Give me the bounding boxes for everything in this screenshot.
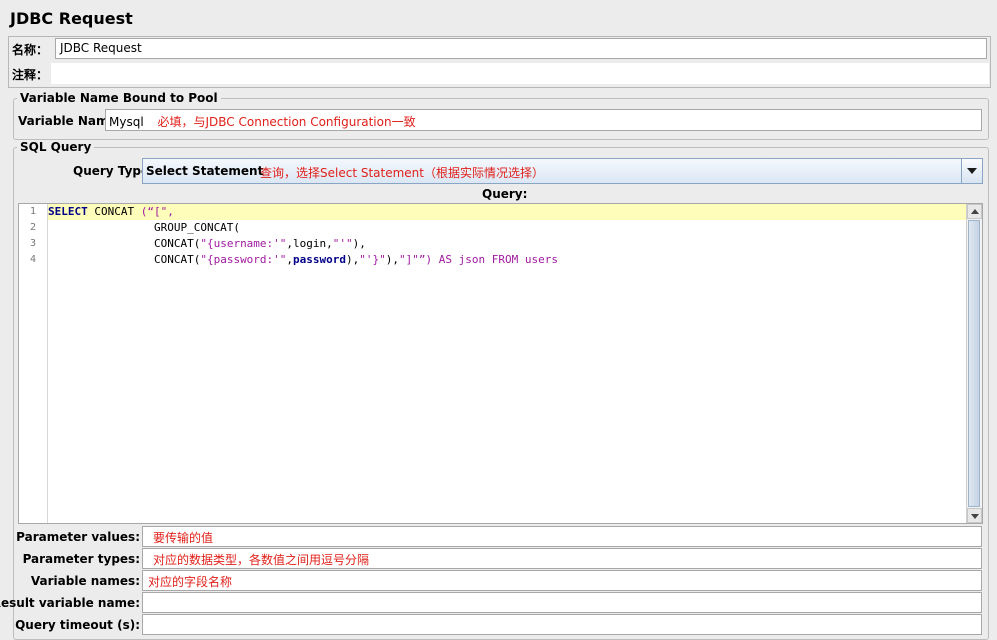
code-token: ), xyxy=(346,253,360,266)
parameter-types-input[interactable]: 对应的数据类型，各数值之间用逗号分隔 xyxy=(142,548,982,569)
variable-names-input[interactable]: 对应的字段名称 xyxy=(142,570,982,591)
parameter-types-label: Parameter types: xyxy=(22,552,140,566)
sql-query-legend: SQL Query xyxy=(17,140,95,154)
query-editor[interactable]: 1 2 3 4 SELECT CONCAT (“[", GROUP_CONCAT… xyxy=(18,203,983,524)
scroll-down-icon[interactable] xyxy=(967,508,982,523)
code-token: "'" xyxy=(332,237,353,250)
editor-scrollbar[interactable] xyxy=(966,204,982,523)
line-number: 4 xyxy=(29,254,37,265)
scroll-thumb[interactable] xyxy=(968,220,980,507)
chevron-down-icon[interactable] xyxy=(961,159,982,183)
code-token: ”) AS json FROM users xyxy=(418,253,558,266)
code-token: (“[", xyxy=(140,205,174,218)
query-type-note: 查询，选择Select Statement（根据实际情况选择） xyxy=(260,166,544,180)
code-line[interactable]: CONCAT("{username:'",login,"'"), xyxy=(48,236,967,252)
code-line[interactable]: GROUP_CONCAT( xyxy=(48,220,967,236)
parameter-values-note: 要传输的值 xyxy=(153,531,214,545)
query-label: Query: xyxy=(482,187,528,201)
comment-input[interactable] xyxy=(51,63,989,84)
variable-pool-legend: Variable Name Bound to Pool xyxy=(17,91,221,105)
variable-name-note: 必填，与JDBC Connection Configuration一致 xyxy=(157,115,416,129)
code-token: CONCAT( xyxy=(48,253,201,266)
code-token: CONCAT xyxy=(87,205,141,218)
code-token: "{username:'" xyxy=(200,237,287,250)
code-token: GROUP_CONCAT( xyxy=(48,221,241,234)
page-title: JDBC Request xyxy=(10,9,133,28)
code-token: ), xyxy=(385,253,400,266)
code-token: ), xyxy=(352,237,366,250)
line-number: 1 xyxy=(29,206,37,217)
variable-name-input[interactable]: Mysql 必填，与JDBC Connection Configuration一… xyxy=(105,109,982,131)
variable-name-value: Mysql xyxy=(109,115,144,129)
code-token: "{password:'" xyxy=(200,253,287,266)
code-token: SELECT xyxy=(48,205,88,218)
query-timeout-label: Query timeout (s): xyxy=(15,618,140,632)
parameter-values-input[interactable]: 要传输的值 xyxy=(142,526,982,547)
line-number: 2 xyxy=(29,222,37,233)
line-number-gutter: 1 2 3 4 xyxy=(19,204,48,523)
query-timeout-input[interactable] xyxy=(142,614,982,635)
name-input[interactable]: JDBC Request xyxy=(55,38,987,59)
name-label: 名称： xyxy=(12,43,49,57)
code-token: password xyxy=(293,253,347,266)
parameter-types-note: 对应的数据类型，各数值之间用逗号分隔 xyxy=(153,553,370,567)
code-line[interactable]: SELECT CONCAT (“[", xyxy=(48,204,967,220)
query-type-value: Select Statement xyxy=(146,164,264,178)
comment-label: 注释： xyxy=(12,68,49,82)
code-token: "]" xyxy=(399,253,419,266)
parameter-values-label: Parameter values: xyxy=(16,530,140,544)
code-token: CONCAT( xyxy=(48,237,201,250)
query-type-select[interactable]: Select Statement 查询，选择Select Statement（根… xyxy=(142,158,983,184)
code-line[interactable]: CONCAT("{password:'",password),"'}"),"]"… xyxy=(48,252,967,268)
line-number: 3 xyxy=(29,238,37,249)
scroll-up-icon[interactable] xyxy=(967,204,982,219)
code-area[interactable]: SELECT CONCAT (“[", GROUP_CONCAT( CONCAT… xyxy=(48,204,967,268)
variable-names-label: Variable names: xyxy=(30,574,140,588)
result-variable-name-label: Result variable name: xyxy=(0,596,140,610)
code-token: "'}" xyxy=(359,253,386,266)
result-variable-name-input[interactable] xyxy=(142,592,982,613)
code-token: ,login, xyxy=(286,237,333,250)
variable-names-note: 对应的字段名称 xyxy=(148,575,233,589)
